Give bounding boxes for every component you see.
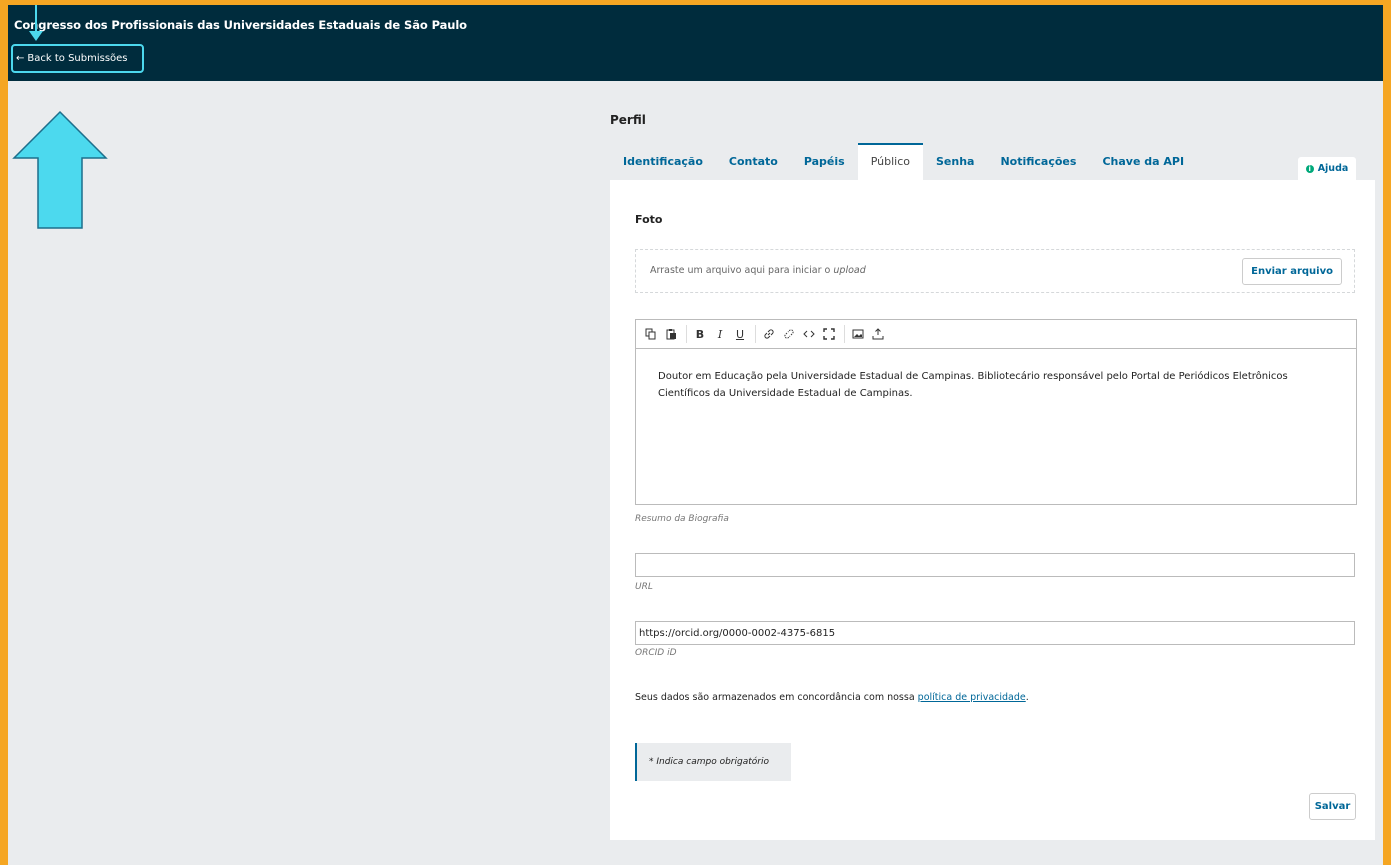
annotation-up-arrow-icon	[12, 110, 108, 229]
url-caption: URL	[635, 582, 653, 592]
help-label: Ajuda	[1317, 163, 1349, 174]
info-icon: i	[1305, 164, 1314, 173]
tab-publico[interactable]: Público	[857, 143, 923, 180]
tab-identificacao[interactable]: Identificação	[610, 143, 716, 180]
upload-icon[interactable]	[869, 325, 887, 343]
underline-icon[interactable]: U	[731, 325, 749, 343]
help-button[interactable]: i Ajuda	[1298, 157, 1356, 180]
fullscreen-icon[interactable]	[820, 325, 838, 343]
bio-caption: Resumo da Biografia	[635, 514, 729, 524]
app-frame: Congresso dos Profissionais das Universi…	[8, 5, 1383, 865]
tab-contato[interactable]: Contato	[716, 143, 791, 180]
privacy-notice: Seus dados são armazenados em concordânc…	[635, 692, 1029, 703]
public-profile-panel: Foto Arraste um arquivo aqui para inicia…	[610, 180, 1375, 840]
code-icon[interactable]	[800, 325, 818, 343]
photo-label: Foto	[635, 213, 663, 226]
photo-dropzone[interactable]: Arraste um arquivo aqui para iniciar o u…	[635, 249, 1355, 293]
required-field-note: * Indica campo obrigatório	[635, 743, 791, 781]
url-input[interactable]	[635, 553, 1355, 577]
link-icon[interactable]	[760, 325, 778, 343]
copy-icon[interactable]	[642, 325, 660, 343]
back-button-label: Back to Submissões	[27, 53, 128, 64]
page-title: Perfil	[610, 113, 646, 127]
bold-icon[interactable]: B	[691, 325, 709, 343]
paste-icon[interactable]	[662, 325, 680, 343]
editor-toolbar: B I U	[636, 320, 1356, 349]
tab-notificacoes[interactable]: Notificações	[987, 143, 1089, 180]
annotation-pointer-tip	[29, 31, 43, 41]
back-arrow-icon: ←	[16, 53, 25, 64]
header-bar: Congresso dos Profissionais das Universi…	[8, 5, 1383, 81]
toolbar-divider	[755, 325, 756, 343]
unlink-icon[interactable]	[780, 325, 798, 343]
bio-editor: B I U Doutor em Educação pela Universida…	[635, 319, 1357, 505]
image-icon[interactable]	[849, 325, 867, 343]
annotation-pointer-line	[35, 5, 37, 33]
tab-senha[interactable]: Senha	[923, 143, 987, 180]
dropzone-text: Arraste um arquivo aqui para iniciar o u…	[650, 265, 866, 276]
orcid-caption: ORCID iD	[635, 648, 677, 658]
toolbar-divider	[844, 325, 845, 343]
bio-text[interactable]: Doutor em Educação pela Universidade Est…	[636, 349, 1356, 421]
site-title: Congresso dos Profissionais das Universi…	[14, 18, 467, 32]
upload-file-button[interactable]: Enviar arquivo	[1242, 258, 1342, 285]
save-button[interactable]: Salvar	[1309, 793, 1356, 820]
italic-icon[interactable]: I	[711, 325, 729, 343]
tab-chave-api[interactable]: Chave da API	[1089, 143, 1197, 180]
toolbar-divider	[686, 325, 687, 343]
orcid-input[interactable]	[635, 621, 1355, 645]
privacy-policy-link[interactable]: política de privacidade	[918, 692, 1026, 703]
profile-tabs: Identificação Contato Papéis Público Sen…	[610, 143, 1197, 180]
tab-papeis[interactable]: Papéis	[791, 143, 858, 180]
back-to-submissions-button[interactable]: ← Back to Submissões	[11, 44, 144, 73]
